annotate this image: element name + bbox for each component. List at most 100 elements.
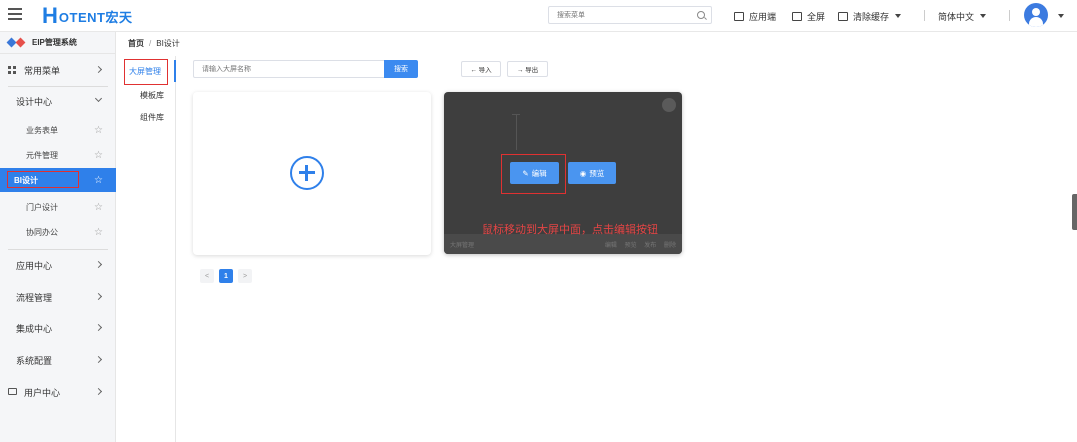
chevron-right-icon: [94, 323, 103, 332]
star-icon[interactable]: ☆: [94, 175, 103, 186]
star-icon[interactable]: ☆: [94, 125, 103, 136]
breadcrumb-home[interactable]: 首页: [128, 39, 144, 48]
chevron-right-icon: [94, 387, 103, 396]
card-action-delete[interactable]: 删除: [664, 243, 676, 249]
preview-label: 预览: [589, 168, 605, 178]
sidebar-item-system-config[interactable]: 系统配置: [0, 348, 116, 372]
user-avatar[interactable]: [1024, 3, 1048, 27]
sidebar-item-user-center[interactable]: 用户中心: [0, 380, 116, 404]
side-drawer-handle[interactable]: [1072, 194, 1077, 230]
sidebar-item-app-center[interactable]: 应用中心: [0, 253, 116, 277]
preview-button[interactable]: ◉ 预览: [568, 162, 616, 184]
sidebar-item-label: 系统配置: [16, 355, 53, 366]
sidebar-item-label: 流程管理: [16, 292, 53, 303]
card-action-preview[interactable]: 预览: [625, 243, 637, 249]
eye-icon: ◉: [579, 168, 587, 178]
language-dropdown[interactable]: 简体中文: [938, 9, 987, 23]
hamburger-menu-icon[interactable]: [8, 8, 22, 22]
sidebar-divider: [8, 249, 108, 250]
chevron-right-icon: [94, 292, 103, 301]
sidebar-divider: [8, 86, 108, 87]
subnav-component-library[interactable]: 组件库: [140, 112, 164, 123]
header-divider: [1009, 10, 1010, 21]
preview-line: [516, 114, 517, 150]
screen-name-search[interactable]: [193, 60, 385, 78]
fullscreen-label: 全屏: [807, 11, 826, 22]
logo-mark: H: [42, 3, 58, 28]
edit-label: 编辑: [531, 168, 547, 178]
monitor-icon: [8, 388, 17, 395]
card-menu-icon[interactable]: [662, 98, 676, 112]
sidebar-item-label: 协同办公: [26, 227, 58, 237]
breadcrumb: 首页 / BI设计: [128, 38, 180, 49]
instruction-annotation: 鼠标移动到大屏中面，点击编辑按钮: [482, 224, 658, 236]
subnav-template-library[interactable]: 模板库: [140, 90, 164, 101]
user-menu-toggle[interactable]: [1052, 9, 1064, 23]
menu-search-box[interactable]: [548, 6, 712, 24]
sidebar-item-label: 用户中心: [24, 387, 61, 398]
card-action-edit[interactable]: 编辑: [605, 243, 617, 249]
chevron-right-icon: [94, 355, 103, 364]
sidebar-item-business-form[interactable]: 业务表单 ☆: [0, 118, 116, 142]
pencil-icon: ✎: [522, 168, 529, 178]
fullscreen-button[interactable]: 全屏: [792, 9, 825, 23]
sidebar-item-portal-design[interactable]: 门户设计 ☆: [0, 195, 116, 219]
sidebar-item-label: 应用中心: [16, 260, 53, 271]
sidebar-item-label: 集成中心: [16, 323, 53, 334]
add-screen-card[interactable]: [193, 92, 431, 255]
star-icon[interactable]: ☆: [94, 202, 103, 213]
prev-page-button[interactable]: <: [200, 269, 214, 283]
page-button-current[interactable]: 1: [219, 269, 233, 283]
plus-circle-icon[interactable]: [290, 156, 324, 190]
sidebar-item-common-menu[interactable]: 常用菜单: [0, 58, 116, 82]
breadcrumb-separator: /: [149, 39, 152, 48]
app-client-label: 应用端: [749, 11, 777, 22]
breadcrumb-current: BI设计: [156, 39, 180, 48]
sidebar-item-label: 常用菜单: [24, 65, 61, 76]
grid-icon: [8, 66, 16, 74]
sidebar-item-process-mgmt[interactable]: 流程管理: [0, 285, 116, 309]
edit-button[interactable]: ✎ 编辑: [510, 162, 559, 184]
active-indicator: [174, 60, 176, 82]
top-header: H OTENT宏天 应用端 全屏 清除缓存 简体中文: [0, 0, 1077, 32]
sidebar-item-label: 门户设计: [26, 202, 58, 212]
cache-icon: [838, 11, 848, 21]
clear-cache-label: 清除缓存: [853, 11, 890, 22]
import-button[interactable]: ← 导入: [461, 61, 501, 77]
sidebar: EIP管理系统 常用菜单 设计中心 业务表单 ☆ 元件管理 ☆ BI设计 ☆ 门…: [0, 32, 116, 442]
search-button[interactable]: 搜索: [384, 60, 418, 78]
card-footer: 大屏管理 编辑 预览 发布 删除: [444, 234, 682, 254]
chevron-right-icon: [94, 260, 103, 269]
export-button[interactable]: → 导出: [507, 61, 548, 77]
logo-diamond-icon: [15, 37, 26, 48]
sidebar-item-bi-design[interactable]: BI设计 ☆: [0, 168, 116, 192]
fullscreen-icon: [792, 11, 802, 21]
sidebar-item-component-mgmt[interactable]: 元件管理 ☆: [0, 143, 116, 167]
pagination: < 1 >: [200, 269, 257, 283]
chevron-right-icon: [94, 65, 103, 74]
chevron-down-icon: [94, 94, 103, 103]
clear-cache-button[interactable]: 清除缓存: [838, 9, 902, 23]
subnav-screen-mgmt[interactable]: 大屏管理: [124, 63, 170, 79]
star-icon[interactable]: ☆: [94, 150, 103, 161]
sidebar-item-label: 元件管理: [26, 150, 58, 160]
screen-card[interactable]: ✎ 编辑 ◉ 预览 大屏管理 编辑 预览 发布 删除 鼠标移动到大屏中面，点击编…: [444, 92, 682, 254]
sidebar-item-integration-center[interactable]: 集成中心: [0, 316, 116, 340]
sub-navigation: 大屏管理 模板库 组件库: [118, 56, 176, 442]
search-icon[interactable]: [697, 11, 705, 19]
header-divider: [924, 10, 925, 21]
card-action-publish[interactable]: 发布: [644, 243, 656, 249]
app-client-button[interactable]: 应用端: [734, 9, 776, 23]
screen-name-input[interactable]: [194, 61, 380, 77]
chevron-down-icon: [980, 14, 987, 18]
system-title-text: EIP管理系统: [32, 38, 77, 47]
sidebar-item-label: BI设计: [14, 175, 38, 185]
sidebar-item-design-center[interactable]: 设计中心: [0, 89, 116, 113]
card-actions: 编辑 预览 发布 删除: [599, 240, 676, 249]
next-page-button[interactable]: >: [238, 269, 252, 283]
star-icon[interactable]: ☆: [94, 227, 103, 238]
logo-text: OTENT宏天: [58, 9, 133, 25]
sidebar-item-collab-office[interactable]: 协同办公 ☆: [0, 220, 116, 244]
chevron-down-icon: [895, 14, 902, 18]
menu-search-input[interactable]: [549, 7, 689, 23]
